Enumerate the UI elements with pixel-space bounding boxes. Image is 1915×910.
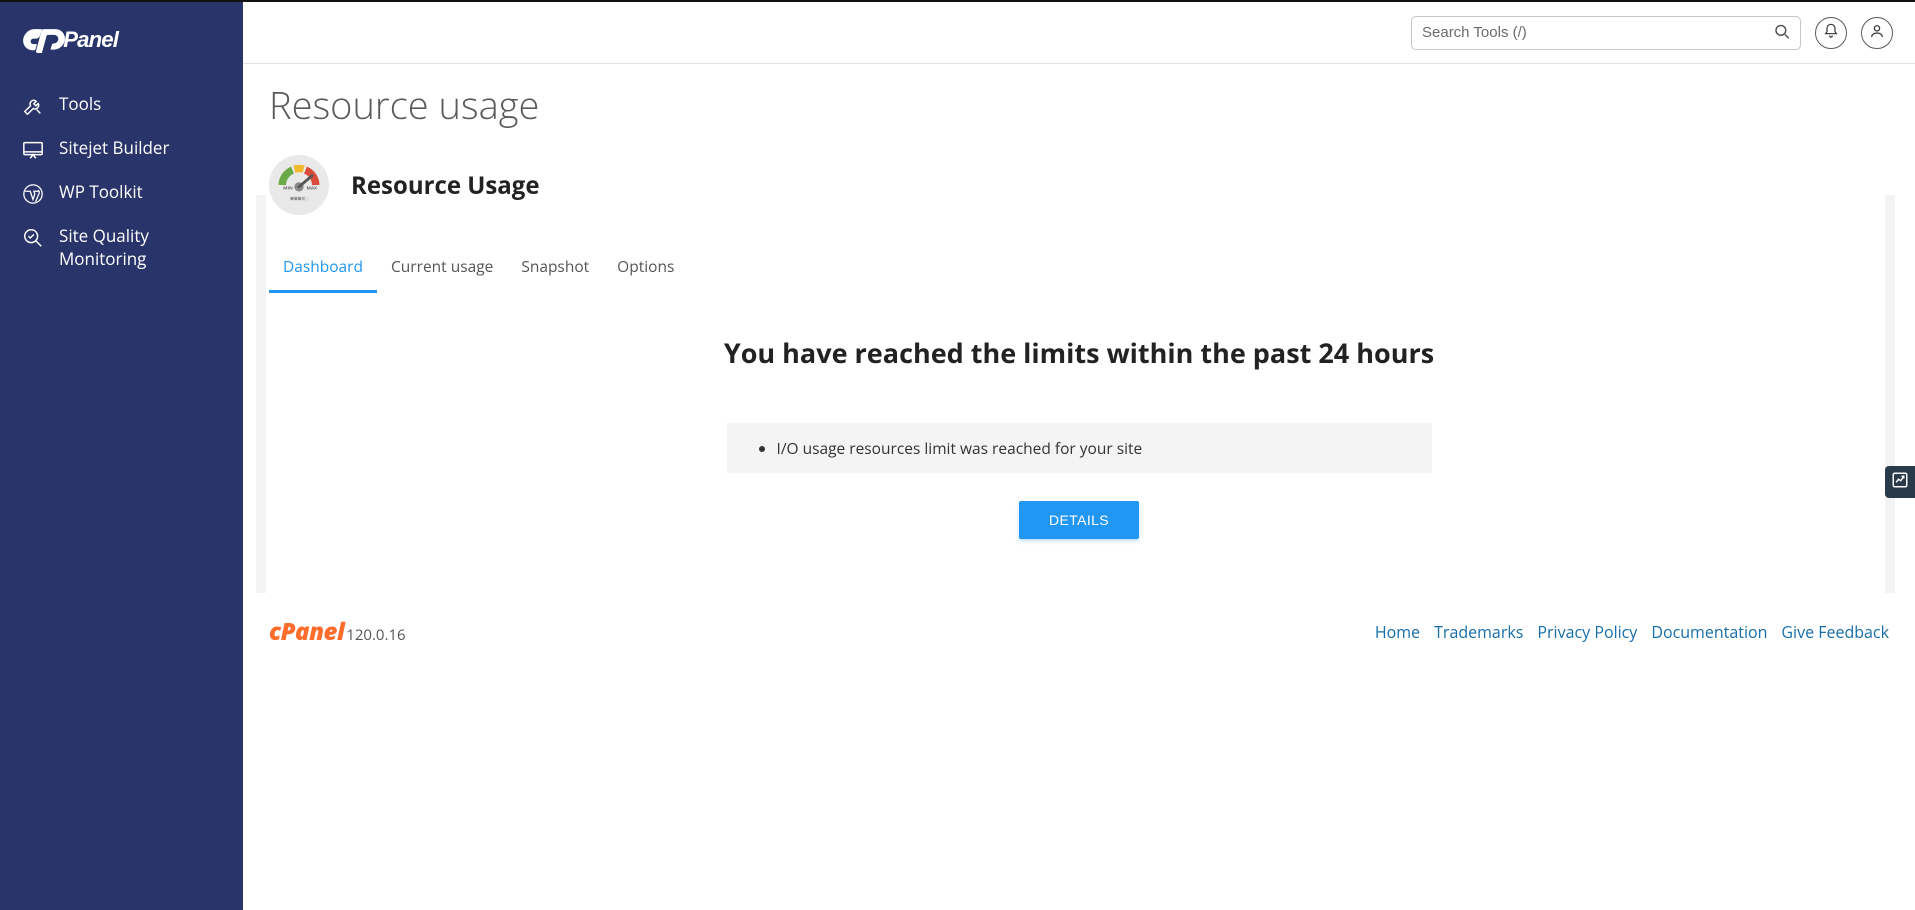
sidebar: Panel Tools Sitejet Builder	[0, 2, 243, 910]
panel-title: Resource Usage	[351, 169, 540, 202]
user-icon	[1869, 23, 1885, 42]
search-icon	[1773, 28, 1791, 43]
wordpress-icon	[22, 183, 44, 205]
sidebar-item-label: WP Toolkit	[59, 181, 143, 204]
sidebar-item-label: Sitejet Builder	[59, 137, 169, 160]
tab-snapshot[interactable]: Snapshot	[507, 245, 603, 293]
tab-body: You have reached the limits within the p…	[269, 294, 1889, 599]
tab-current-usage[interactable]: Current usage	[377, 245, 507, 293]
footer-left: cPanel 120.0.16	[269, 615, 406, 648]
topbar	[243, 2, 1915, 64]
footer-link-documentation[interactable]: Documentation	[1651, 621, 1767, 643]
content-area: Resource usage MIN MAX R	[243, 64, 1915, 910]
notifications-button[interactable]	[1815, 17, 1847, 49]
alert-item: I/O usage resources limit was reached fo…	[777, 437, 1412, 459]
chart-up-icon	[1891, 471, 1909, 494]
resource-usage-panel: MIN MAX Resource Usage Dashboard Current…	[243, 155, 1915, 599]
sidebar-item-label: Tools	[59, 93, 101, 116]
alert-box: I/O usage resources limit was reached fo…	[727, 423, 1432, 473]
svg-text:MIN: MIN	[283, 186, 293, 192]
svg-text:MAX: MAX	[306, 186, 318, 192]
monitor-icon	[22, 139, 44, 161]
version-text: 120.0.16	[346, 625, 405, 645]
details-button[interactable]: DETAILS	[1019, 501, 1139, 539]
footer-link-privacy[interactable]: Privacy Policy	[1537, 621, 1637, 643]
footer: cPanel 120.0.16 Home Trademarks Privacy …	[243, 599, 1915, 668]
footer-link-trademarks[interactable]: Trademarks	[1434, 621, 1523, 643]
page-title: Resource usage	[243, 74, 1915, 155]
gauge-icon: MIN MAX	[269, 155, 329, 215]
footer-links: Home Trademarks Privacy Policy Documenta…	[1375, 621, 1889, 643]
cpanel-logo[interactable]: Panel	[0, 24, 243, 83]
floating-stats-tab[interactable]	[1885, 466, 1915, 498]
footer-link-feedback[interactable]: Give Feedback	[1781, 621, 1889, 643]
sidebar-item-label: Site Quality Monitoring	[59, 225, 221, 271]
main-column: Resource usage MIN MAX R	[243, 2, 1915, 910]
footer-link-home[interactable]: Home	[1375, 621, 1420, 643]
tab-options[interactable]: Options	[603, 245, 688, 293]
account-button[interactable]	[1861, 17, 1893, 49]
tools-icon	[22, 95, 44, 117]
tabs: Dashboard Current usage Snapshot Options	[269, 245, 1889, 294]
sidebar-item-tools[interactable]: Tools	[0, 83, 243, 127]
search-button[interactable]	[1769, 18, 1795, 47]
panel-header: MIN MAX Resource Usage	[269, 155, 1889, 245]
search-wrap	[1411, 16, 1801, 50]
sidebar-item-sitequality[interactable]: Site Quality Monitoring	[0, 215, 243, 281]
tab-dashboard[interactable]: Dashboard	[269, 245, 377, 293]
bell-icon	[1823, 23, 1839, 42]
search-input[interactable]	[1411, 16, 1801, 50]
sidebar-item-sitejet[interactable]: Sitejet Builder	[0, 127, 243, 171]
svg-text:Panel: Panel	[63, 27, 120, 52]
limits-headline: You have reached the limits within the p…	[724, 334, 1434, 371]
cpanel-footer-logo[interactable]: cPanel	[269, 615, 344, 648]
sidebar-item-wptoolkit[interactable]: WP Toolkit	[0, 171, 243, 215]
magnify-check-icon	[22, 227, 44, 249]
